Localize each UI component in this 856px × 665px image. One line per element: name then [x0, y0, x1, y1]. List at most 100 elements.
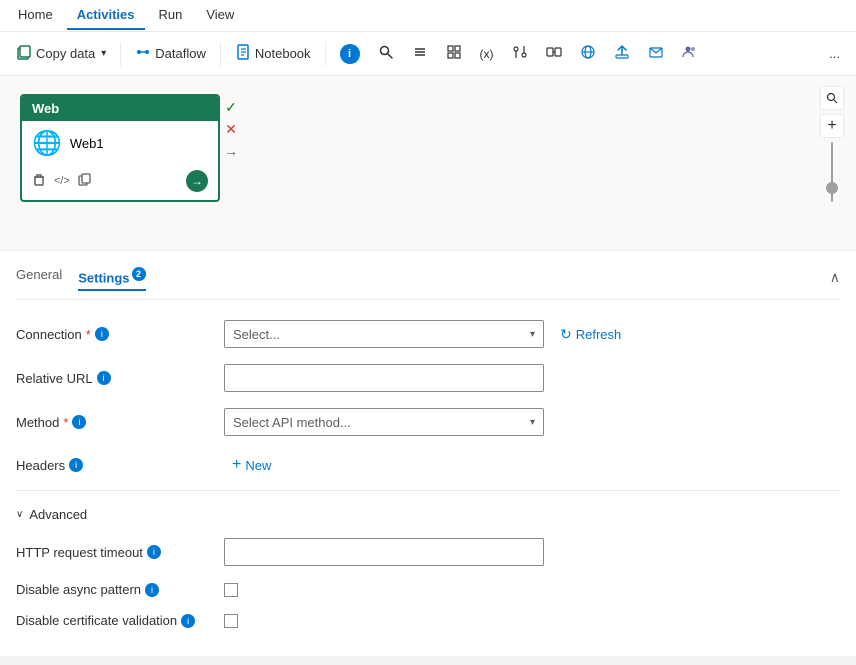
disable-async-checkbox[interactable]	[224, 583, 238, 597]
method-placeholder: Select API method...	[233, 415, 351, 430]
panel-tabs: General Settings2	[16, 263, 146, 291]
variable-button[interactable]: (x)	[472, 43, 502, 65]
disable-cert-checkbox[interactable]	[224, 614, 238, 628]
relative-url-info-icon[interactable]: i	[97, 371, 111, 385]
settings-badge: 2	[132, 267, 146, 281]
http-timeout-input-container	[224, 538, 544, 566]
tab-settings[interactable]: Settings2	[78, 263, 145, 291]
zoom-in-button[interactable]: +	[820, 114, 844, 138]
relative-url-label: Relative URL i	[16, 371, 216, 386]
advanced-toggle[interactable]: ∨ Advanced	[16, 503, 840, 526]
card-side-icons: ✓ ✕ →	[222, 98, 240, 160]
connect-icon	[546, 44, 562, 63]
list-button[interactable]	[404, 40, 436, 67]
notebook-button[interactable]: Notebook	[227, 40, 319, 67]
side-check-icon[interactable]: ✓	[222, 98, 240, 116]
toolbar: Copy data Dataflow Notebook i (x)	[0, 32, 856, 76]
copy-data-label: Copy data	[36, 46, 95, 61]
http-timeout-input[interactable]	[224, 538, 544, 566]
notebook-label: Notebook	[255, 46, 311, 61]
method-row: Method * i Select API method... ▾	[16, 400, 840, 444]
nav-tab-run[interactable]: Run	[149, 1, 193, 30]
globe-icon	[580, 44, 596, 63]
relative-url-input[interactable]	[224, 364, 544, 392]
connection-dropdown[interactable]: Select... ▾	[224, 320, 544, 348]
globe-button[interactable]	[572, 40, 604, 67]
dropdown-arrow-icon: ▾	[530, 329, 535, 340]
refresh-button[interactable]: ↻ Refresh	[552, 322, 629, 347]
connection-required: *	[86, 327, 91, 342]
separator-3	[325, 42, 326, 66]
dataflow-button[interactable]: Dataflow	[127, 40, 214, 67]
card-arrow-icon: →	[191, 174, 203, 188]
http-timeout-info-icon[interactable]: i	[147, 545, 161, 559]
card-copy-icon[interactable]	[78, 173, 92, 190]
headers-new-label: New	[245, 458, 271, 473]
mail-button[interactable]	[640, 40, 672, 67]
disable-async-label: Disable async pattern i	[16, 582, 216, 597]
zoom-search-button[interactable]	[820, 86, 844, 110]
disable-cert-label: Disable certificate validation i	[16, 613, 216, 628]
method-required: *	[63, 415, 68, 430]
mail-icon	[648, 44, 664, 63]
nav-tab-home[interactable]: Home	[8, 1, 63, 30]
nav-tab-activities[interactable]: Activities	[67, 1, 145, 30]
more-button[interactable]: ...	[821, 42, 848, 65]
search-button[interactable]	[370, 40, 402, 67]
teams-icon	[682, 44, 698, 63]
export-button[interactable]	[606, 40, 638, 67]
headers-new-button[interactable]: + New	[224, 452, 279, 478]
headers-row: Headers i + New	[16, 444, 840, 486]
card-body: 🌐 Web1	[22, 121, 218, 166]
export-icon	[614, 44, 630, 63]
divider-1	[16, 490, 840, 491]
zoom-slider	[831, 142, 833, 202]
tab-general[interactable]: General	[16, 263, 62, 291]
card-delete-icon[interactable]	[32, 173, 46, 190]
params-icon	[512, 44, 528, 63]
connection-info-icon[interactable]: i	[95, 327, 109, 341]
advanced-section: ∨ Advanced HTTP request timeout i Disabl…	[16, 495, 840, 644]
method-label: Method * i	[16, 415, 216, 430]
grid-button[interactable]	[438, 40, 470, 67]
separator-1	[120, 42, 121, 66]
disable-async-info-icon[interactable]: i	[145, 583, 159, 597]
relative-url-row: Relative URL i	[16, 356, 840, 400]
card-go-button[interactable]: →	[186, 170, 208, 192]
top-nav-bar: Home Activities Run View	[0, 0, 856, 32]
web-activity-card[interactable]: Web 🌐 Web1 </> →	[20, 94, 220, 202]
headers-info-icon[interactable]: i	[69, 458, 83, 472]
collapse-panel-button[interactable]: ∧	[830, 269, 840, 286]
separator-2	[220, 42, 221, 66]
copy-data-button[interactable]: Copy data	[8, 40, 114, 67]
info-button[interactable]: i	[332, 40, 368, 68]
card-actions: </> →	[22, 166, 218, 200]
refresh-icon: ↻	[560, 326, 572, 343]
copy-data-icon	[16, 44, 32, 63]
connection-row: Connection * i Select... ▾ ↻ Refresh	[16, 312, 840, 356]
dataflow-icon	[135, 44, 151, 63]
connection-select[interactable]: Select... ▾	[224, 320, 544, 348]
side-arrow-icon[interactable]: →	[222, 142, 240, 160]
method-dropdown[interactable]: Select API method... ▾	[224, 408, 544, 436]
refresh-label: Refresh	[576, 327, 622, 342]
card-code-icon[interactable]: </>	[54, 175, 70, 187]
side-x-icon[interactable]: ✕	[222, 120, 240, 138]
params-button[interactable]	[504, 40, 536, 67]
teams-button[interactable]	[674, 40, 706, 67]
disable-async-row: Disable async pattern i	[16, 574, 840, 605]
zoom-handle[interactable]	[826, 182, 838, 194]
disable-cert-info-icon[interactable]: i	[181, 614, 195, 628]
info-icon: i	[340, 44, 360, 64]
nav-tab-view[interactable]: View	[196, 1, 244, 30]
http-timeout-row: HTTP request timeout i	[16, 530, 840, 574]
dataflow-label: Dataflow	[155, 46, 206, 61]
connect-button[interactable]	[538, 40, 570, 67]
advanced-chevron-icon: ∨	[16, 509, 23, 520]
card-activity-name: Web1	[70, 136, 104, 151]
list-icon	[412, 44, 428, 63]
method-select[interactable]: Select API method... ▾	[224, 408, 544, 436]
notebook-icon	[235, 44, 251, 63]
method-info-icon[interactable]: i	[72, 415, 86, 429]
variable-icon: (x)	[480, 47, 494, 61]
